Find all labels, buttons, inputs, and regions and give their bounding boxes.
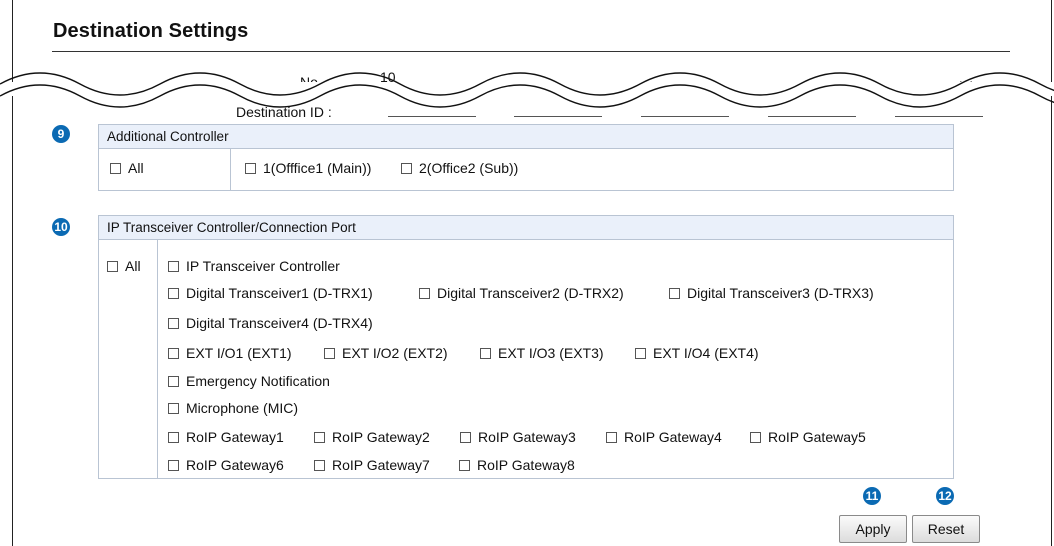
port-roip-gateway5[interactable]: RoIP Gateway5	[750, 429, 866, 445]
additional-controller-panel: Additional Controller All 1(Offfice1 (Ma…	[98, 124, 954, 191]
checkbox-icon[interactable]	[168, 288, 179, 299]
checkbox-icon[interactable]	[168, 348, 179, 359]
port-roip-gateway4[interactable]: RoIP Gateway4	[606, 429, 722, 445]
checkbox-icon[interactable]	[419, 288, 430, 299]
checkbox-label: Microphone (MIC)	[186, 400, 299, 416]
additional-controller-office1[interactable]: 1(Offfice1 (Main))	[245, 160, 371, 176]
checkbox-icon[interactable]	[750, 432, 761, 443]
apply-button[interactable]: Apply	[839, 515, 907, 543]
checkbox-label: EXT I/O3 (EXT3)	[498, 345, 604, 361]
checkbox-label: EXT I/O4 (EXT4)	[653, 345, 759, 361]
checkbox-label: RoIP Gateway7	[332, 457, 430, 473]
checkbox-icon[interactable]	[168, 318, 179, 329]
checkbox-label: Digital Transceiver4 (D-TRX4)	[186, 315, 373, 331]
checkbox-icon[interactable]	[324, 348, 335, 359]
checkbox-icon[interactable]	[459, 460, 470, 471]
port-d-trx4[interactable]: Digital Transceiver4 (D-TRX4)	[168, 315, 373, 331]
checkbox-icon[interactable]	[635, 348, 646, 359]
ip-transceiver-header: IP Transceiver Controller/Connection Por…	[99, 216, 953, 240]
port-ext3[interactable]: EXT I/O3 (EXT3)	[480, 345, 604, 361]
omitted-section: No. : 10 Destination ID :	[0, 62, 1054, 120]
page-title: Destination Settings	[53, 20, 249, 42]
column-divider	[230, 149, 231, 190]
checkbox-icon[interactable]	[168, 432, 179, 443]
checkbox-icon[interactable]	[314, 460, 325, 471]
checkbox-icon[interactable]	[460, 432, 471, 443]
checkbox-icon[interactable]	[314, 432, 325, 443]
checkbox-label: RoIP Gateway8	[477, 457, 575, 473]
port-microphone[interactable]: Microphone (MIC)	[168, 400, 298, 416]
callout-9: 9	[52, 125, 70, 143]
ip-transceiver-all[interactable]: All	[107, 258, 141, 274]
checkbox-label: RoIP Gateway1	[186, 429, 284, 445]
additional-controller-header: Additional Controller	[99, 125, 953, 149]
checkbox-label: RoIP Gateway6	[186, 457, 284, 473]
checkbox-label: RoIP Gateway3	[478, 429, 576, 445]
port-roip-gateway1[interactable]: RoIP Gateway1	[168, 429, 284, 445]
checkbox-label: IP Transceiver Controller	[186, 258, 340, 274]
checkbox-icon[interactable]	[401, 163, 412, 174]
checkbox-label: EXT I/O1 (EXT1)	[186, 345, 292, 361]
checkbox-label: RoIP Gateway4	[624, 429, 722, 445]
checkbox-icon[interactable]	[107, 261, 118, 272]
checkbox-label: Emergency Notification	[186, 373, 330, 389]
port-d-trx1[interactable]: Digital Transceiver1 (D-TRX1)	[168, 285, 373, 301]
port-d-trx2[interactable]: Digital Transceiver2 (D-TRX2)	[419, 285, 624, 301]
checkbox-label: RoIP Gateway2	[332, 429, 430, 445]
checkbox-icon[interactable]	[606, 432, 617, 443]
port-d-trx3[interactable]: Digital Transceiver3 (D-TRX3)	[669, 285, 874, 301]
port-roip-gateway3[interactable]: RoIP Gateway3	[460, 429, 576, 445]
checkbox-label: Digital Transceiver3 (D-TRX3)	[687, 285, 874, 301]
checkbox-label: All	[128, 160, 144, 176]
checkbox-label: 1(Offfice1 (Main))	[263, 160, 372, 176]
checkbox-icon[interactable]	[168, 403, 179, 414]
additional-controller-all[interactable]: All	[110, 160, 144, 176]
port-roip-gateway8[interactable]: RoIP Gateway8	[459, 457, 575, 473]
callout-11: 11	[863, 487, 881, 505]
port-roip-gateway6[interactable]: RoIP Gateway6	[168, 457, 284, 473]
checkbox-icon[interactable]	[168, 376, 179, 387]
checkbox-icon[interactable]	[168, 460, 179, 471]
checkbox-icon[interactable]	[110, 163, 121, 174]
cut-wave-lines	[0, 72, 1054, 108]
checkbox-icon[interactable]	[245, 163, 256, 174]
checkbox-label: All	[125, 258, 141, 274]
reset-button[interactable]: Reset	[912, 515, 980, 543]
checkbox-icon[interactable]	[669, 288, 680, 299]
port-ip-transceiver-controller[interactable]: IP Transceiver Controller	[168, 258, 340, 274]
port-roip-gateway7[interactable]: RoIP Gateway7	[314, 457, 430, 473]
checkbox-label: EXT I/O2 (EXT2)	[342, 345, 448, 361]
port-ext4[interactable]: EXT I/O4 (EXT4)	[635, 345, 759, 361]
column-divider	[157, 240, 158, 478]
port-ext2[interactable]: EXT I/O2 (EXT2)	[324, 345, 448, 361]
checkbox-label: Digital Transceiver2 (D-TRX2)	[437, 285, 624, 301]
checkbox-label: Digital Transceiver1 (D-TRX1)	[186, 285, 373, 301]
port-roip-gateway2[interactable]: RoIP Gateway2	[314, 429, 430, 445]
checkbox-label: RoIP Gateway5	[768, 429, 866, 445]
title-divider	[52, 51, 1010, 52]
port-emergency-notification[interactable]: Emergency Notification	[168, 373, 330, 389]
checkbox-label: 2(Office2 (Sub))	[419, 160, 519, 176]
checkbox-icon[interactable]	[480, 348, 491, 359]
callout-12: 12	[936, 487, 954, 505]
additional-controller-office2[interactable]: 2(Office2 (Sub))	[401, 160, 518, 176]
checkbox-icon[interactable]	[168, 261, 179, 272]
port-ext1[interactable]: EXT I/O1 (EXT1)	[168, 345, 292, 361]
ip-transceiver-panel: IP Transceiver Controller/Connection Por…	[98, 215, 954, 479]
callout-10: 10	[52, 218, 70, 236]
